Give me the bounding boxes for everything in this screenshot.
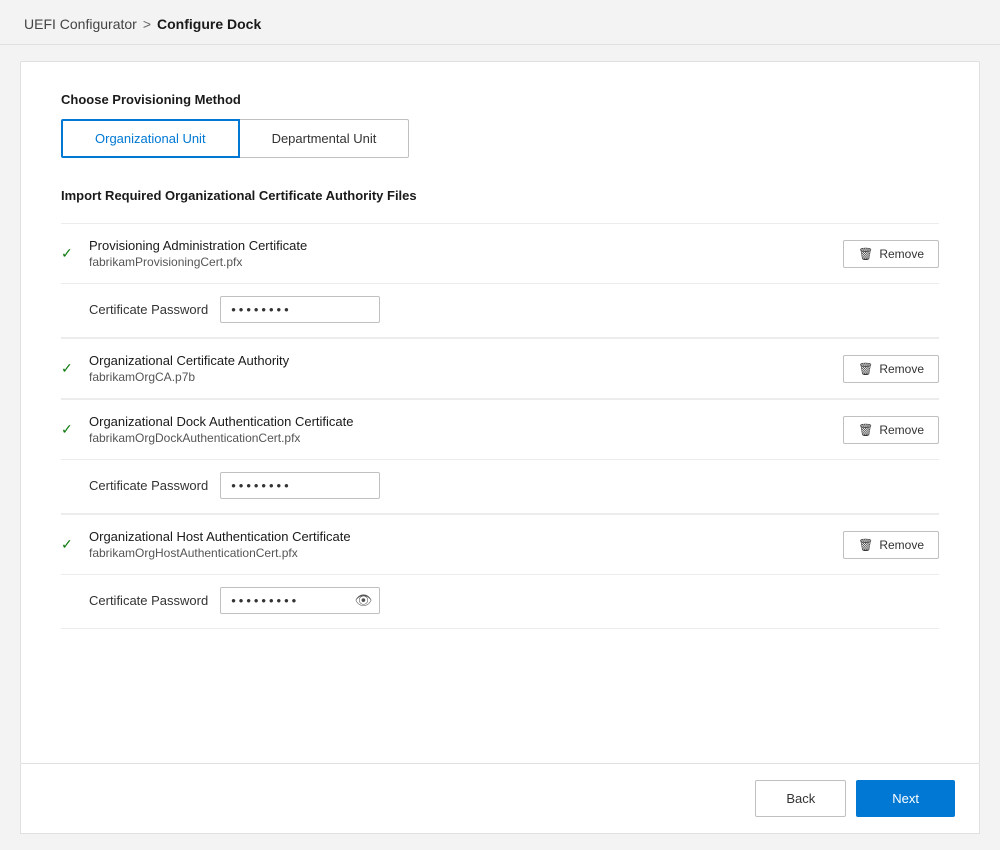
remove-label-dock-auth: Remove	[879, 423, 924, 437]
remove-label-prov-admin: Remove	[879, 247, 924, 261]
cert-name-host-auth: Organizational Host Authentication Certi…	[89, 529, 351, 544]
cert-file-dock-auth: fabrikamOrgDockAuthenticationCert.pfx	[89, 431, 353, 445]
footer: Back Next	[20, 764, 980, 834]
provisioning-method-label: Choose Provisioning Method	[61, 92, 939, 107]
check-icon-org-ca: ✓	[61, 360, 77, 377]
remove-label-org-ca: Remove	[879, 362, 924, 376]
password-label-host-auth: Certificate Password	[89, 593, 208, 608]
check-icon-host-auth: ✓	[61, 536, 77, 553]
password-input-prov-admin[interactable]	[220, 296, 380, 323]
tab-organizational-unit[interactable]: Organizational Unit	[61, 119, 240, 158]
cert-row-host-auth: ✓ Organizational Host Authentication Cer…	[61, 514, 939, 575]
cert-row-prov-admin: ✓ Provisioning Administration Certificat…	[61, 223, 939, 284]
password-label-dock-auth: Certificate Password	[89, 478, 208, 493]
next-button[interactable]: Next	[856, 780, 955, 817]
breadcrumb-current: Configure Dock	[157, 16, 261, 32]
cert-item-dock-auth: ✓ Organizational Dock Authentication Cer…	[61, 399, 939, 514]
password-row-prov-admin: Certificate Password	[61, 284, 939, 338]
cert-item-host-auth: ✓ Organizational Host Authentication Cer…	[61, 514, 939, 629]
check-icon-prov-admin: ✓	[61, 245, 77, 262]
cert-file-prov-admin: fabrikamProvisioningCert.pfx	[89, 255, 307, 269]
cert-name-org-ca: Organizational Certificate Authority	[89, 353, 289, 368]
scroll-area[interactable]: Choose Provisioning Method Organizationa…	[21, 62, 979, 763]
remove-button-org-ca[interactable]: 🗑 Remove	[843, 355, 939, 383]
eye-icon-host-auth[interactable]: 👁	[354, 592, 372, 609]
remove-label-host-auth: Remove	[879, 538, 924, 552]
cert-name-dock-auth: Organizational Dock Authentication Certi…	[89, 414, 353, 429]
password-input-dock-auth[interactable]	[220, 472, 380, 499]
breadcrumb-parent[interactable]: UEFI Configurator	[24, 16, 137, 32]
trash-icon-org-ca: 🗑	[858, 362, 873, 376]
password-row-dock-auth: Certificate Password	[61, 460, 939, 514]
remove-button-prov-admin[interactable]: 🗑 Remove	[843, 240, 939, 268]
password-row-host-auth: Certificate Password 👁	[61, 575, 939, 629]
provisioning-tab-group: Organizational Unit Departmental Unit	[61, 119, 939, 158]
cert-file-host-auth: fabrikamOrgHostAuthenticationCert.pfx	[89, 546, 351, 560]
breadcrumb-separator: >	[143, 16, 151, 32]
trash-icon-host-auth: 🗑	[858, 538, 873, 552]
breadcrumb: UEFI Configurator > Configure Dock	[0, 0, 1000, 45]
trash-icon-prov-admin: 🗑	[858, 247, 873, 261]
check-icon-dock-auth: ✓	[61, 421, 77, 438]
cert-item-org-ca: ✓ Organizational Certificate Authority f…	[61, 338, 939, 399]
cert-row-dock-auth: ✓ Organizational Dock Authentication Cer…	[61, 399, 939, 460]
main-panel: Choose Provisioning Method Organizationa…	[20, 61, 980, 764]
back-button[interactable]: Back	[755, 780, 846, 817]
cert-file-org-ca: fabrikamOrgCA.p7b	[89, 370, 289, 384]
cert-item-prov-admin: ✓ Provisioning Administration Certificat…	[61, 223, 939, 338]
tab-departmental-unit[interactable]: Departmental Unit	[240, 119, 410, 158]
remove-button-dock-auth[interactable]: 🗑 Remove	[843, 416, 939, 444]
password-label-prov-admin: Certificate Password	[89, 302, 208, 317]
import-section-label: Import Required Organizational Certifica…	[61, 188, 939, 203]
remove-button-host-auth[interactable]: 🗑 Remove	[843, 531, 939, 559]
cert-row-org-ca: ✓ Organizational Certificate Authority f…	[61, 338, 939, 399]
cert-name-prov-admin: Provisioning Administration Certificate	[89, 238, 307, 253]
trash-icon-dock-auth: 🗑	[858, 423, 873, 437]
